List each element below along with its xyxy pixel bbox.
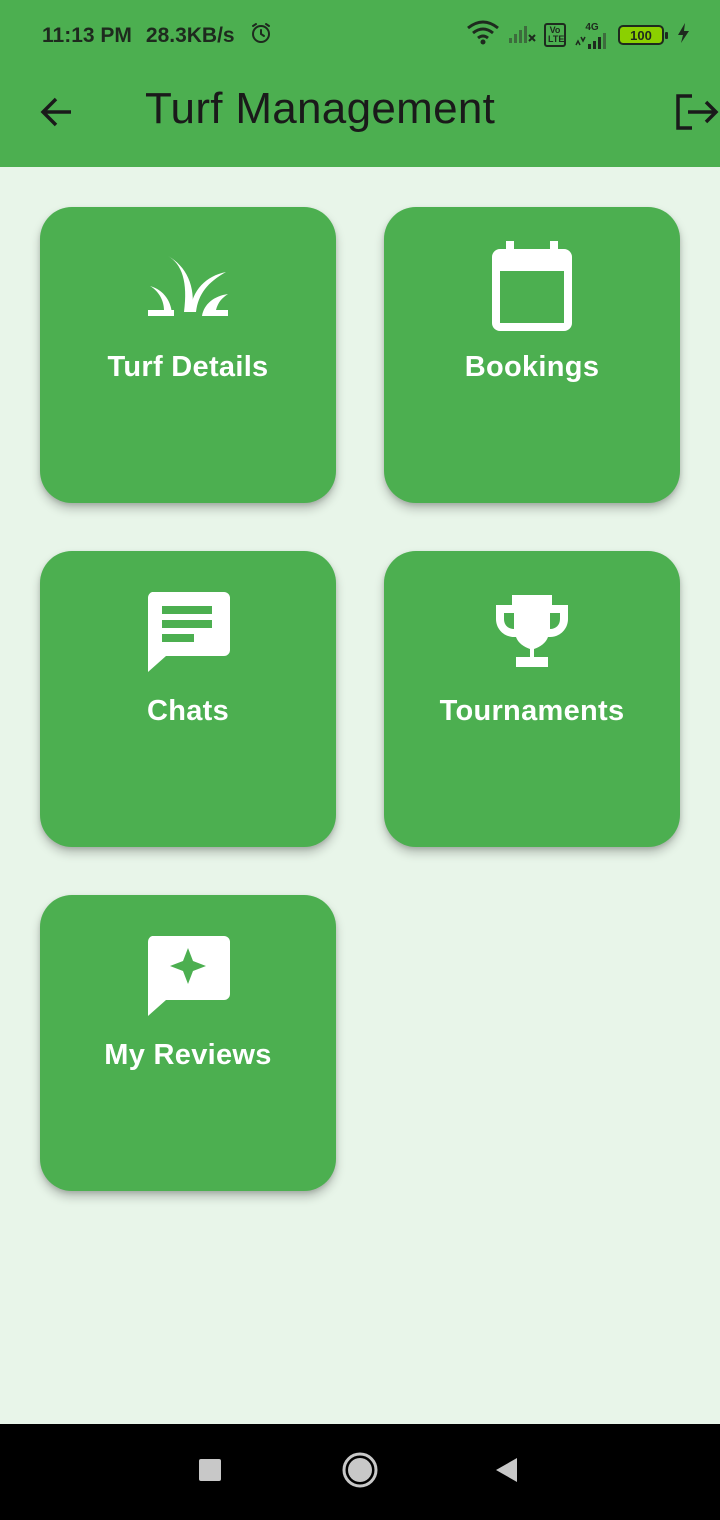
battery-indicator: 100 (618, 25, 668, 45)
app-bar: Turf Management (0, 70, 720, 167)
alarm-icon (249, 21, 273, 51)
trophy-icon (482, 589, 582, 673)
tile-label: Tournaments (439, 695, 625, 727)
wifi-icon (466, 20, 500, 51)
turf-details-tile[interactable]: Turf Details (40, 207, 336, 503)
home-circle-icon (341, 1451, 379, 1494)
page-title: Turf Management (145, 84, 496, 133)
grass-icon (138, 245, 238, 329)
back-button[interactable] (30, 88, 82, 140)
signal-icon (508, 22, 536, 49)
volte-badge: Vo LTE (544, 23, 566, 47)
status-left: 11:13 PM 28.3KB/s (42, 22, 273, 50)
chat-icon (138, 589, 238, 673)
bookings-tile[interactable]: Bookings (384, 207, 680, 503)
tournaments-tile[interactable]: Tournaments (384, 551, 680, 847)
charging-icon (676, 22, 690, 49)
logout-button[interactable] (668, 88, 720, 140)
tile-label: Chats (146, 695, 230, 727)
reviews-icon (138, 933, 238, 1017)
tile-label: My Reviews (104, 1039, 272, 1071)
system-nav-bar (0, 1424, 720, 1520)
signal-4g-icon: 4G (574, 22, 610, 49)
status-time: 11:13 PM (42, 24, 132, 47)
status-right: Vo LTE 4G 100 (466, 20, 690, 50)
logout-icon (668, 92, 720, 137)
network-label: 4G (585, 21, 599, 33)
recents-square-icon (198, 1458, 222, 1487)
system-back-button[interactable] (482, 1448, 530, 1496)
status-bar: 11:13 PM 28.3KB/s Vo LTE 4G 100 (0, 0, 720, 70)
tile-label: Bookings (464, 351, 600, 383)
menu-grid: Turf Details Bookings Chats Tournaments … (40, 207, 680, 1191)
chats-tile[interactable]: Chats (40, 551, 336, 847)
tile-label: Turf Details (107, 351, 269, 383)
status-speed: 28.3KB/s (145, 24, 235, 47)
my-reviews-tile[interactable]: My Reviews (40, 895, 336, 1191)
recents-button[interactable] (186, 1448, 234, 1496)
calendar-icon (482, 241, 582, 331)
home-button[interactable] (336, 1448, 384, 1496)
back-triangle-icon (493, 1456, 519, 1489)
arrow-back-icon (38, 94, 74, 135)
